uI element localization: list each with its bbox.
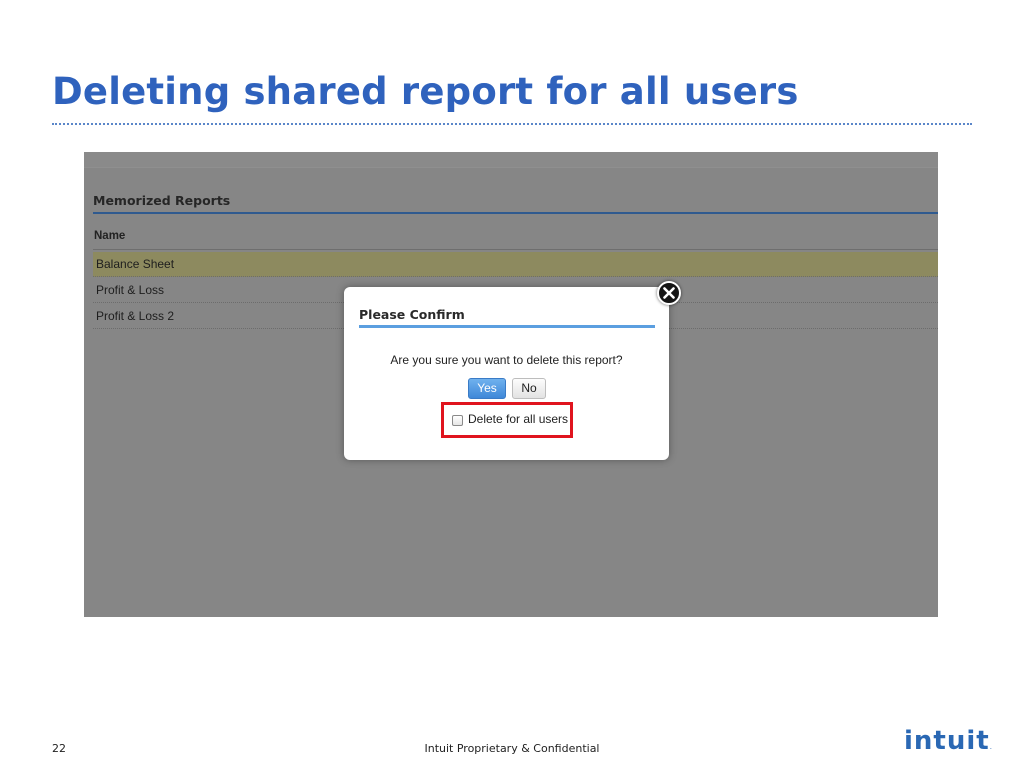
dialog-message: Are you sure you want to delete this rep…: [390, 353, 623, 367]
yes-button[interactable]: Yes: [468, 378, 506, 399]
slide-title: Deleting shared report for all users: [52, 70, 799, 113]
column-rule: [93, 249, 938, 250]
delete-for-all-label[interactable]: Delete for all users: [468, 412, 568, 426]
delete-for-all-highlight: Delete for all users: [441, 402, 573, 438]
title-dotted-rule: [52, 123, 972, 125]
logo-mark: .: [989, 743, 992, 751]
delete-for-all-checkbox[interactable]: [452, 415, 463, 426]
confirm-dialog: Please Confirm Are you sure you want to …: [344, 287, 669, 460]
dialog-title: Please Confirm: [359, 307, 465, 322]
dialog-title-rule: [359, 325, 655, 328]
memorized-reports-heading: Memorized Reports: [93, 193, 231, 208]
name-column-header[interactable]: Name: [94, 230, 125, 242]
footer-text: Intuit Proprietary & Confidential: [424, 742, 600, 755]
intuit-logo: intuit.: [904, 726, 992, 756]
close-icon[interactable]: [657, 281, 681, 305]
no-button[interactable]: No: [512, 378, 546, 399]
report-row-balance-sheet[interactable]: Balance Sheet: [93, 252, 938, 277]
app-top-band: [84, 152, 938, 168]
heading-rule: [93, 212, 938, 214]
logo-wordmark: intuit: [904, 726, 990, 756]
